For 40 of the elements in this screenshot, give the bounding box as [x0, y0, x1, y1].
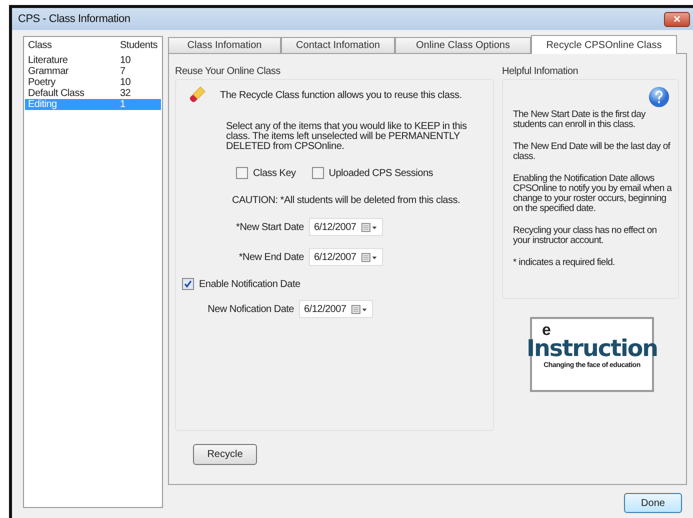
help-text: Enabling the Notification Date allows CPSOnline to notify you by email when a change to your roster occurs, beginning on the specified date. — [513, 174, 673, 214]
instructions-text: Select any of the items that you would like to KEEP in this class. The items left unselected will be PERMANENTLY DELETED from CPSOnline. — [226, 122, 468, 152]
column-header: Class — [28, 39, 53, 53]
date-field[interactable]: 6/12/2007 — [309, 218, 383, 236]
help-icon — [648, 86, 670, 108]
help-text: The New End Date will be the last day of class. — [513, 142, 672, 162]
checkbox-label: Class Key — [253, 168, 296, 178]
help-text: The New Start Date is the first day students can enroll in this class. — [513, 110, 647, 130]
tab[interactable]: Recycle CPSOnline Class — [531, 35, 677, 54]
tab[interactable]: Contact Infomation — [281, 37, 395, 53]
group-title: Reuse Your Online Class — [175, 66, 282, 79]
done-button[interactable]: Done — [624, 493, 682, 513]
calendar-dropdown-icon — [351, 304, 368, 314]
column-header: Students — [120, 39, 158, 53]
field-label: *New Start Date — [235, 222, 304, 232]
field-label: *New End Date — [238, 252, 304, 262]
class-row[interactable]: Default Class 32 — [25, 88, 161, 99]
help-text: * indicates a required field. — [513, 258, 616, 268]
recycle-button[interactable]: Recycle — [193, 444, 257, 465]
caution-text: CAUTION: *All students will be deleted from this class. — [232, 195, 462, 206]
date-field[interactable]: 6/12/2007 — [309, 248, 383, 266]
calendar-dropdown-icon — [361, 222, 378, 232]
checkbox[interactable] — [182, 278, 194, 290]
window-title: CPS - Class Information — [18, 13, 130, 25]
calendar-dropdown-icon — [361, 252, 378, 262]
class-row[interactable]: Poetry 10 — [25, 77, 161, 88]
checkbox-label: Uploaded CPS Sessions — [328, 168, 434, 178]
help-text: Recycling your class has no effect on your instructor account. — [513, 226, 658, 246]
tab[interactable]: Class Infomation — [168, 37, 281, 53]
intro-text: The Recycle Class function allows you to reuse this class. — [220, 90, 462, 100]
checkbox-label: Enable Notification Date — [199, 278, 300, 290]
checkbox[interactable] — [236, 167, 248, 179]
class-row[interactable]: Grammar 7 — [25, 66, 161, 77]
checkbox[interactable] — [312, 167, 324, 179]
field-label: New Nofication Date — [206, 304, 294, 314]
eraser-icon — [188, 86, 206, 104]
group-title: Helpful Infomation — [502, 66, 580, 79]
tab[interactable]: Online Class Options — [395, 37, 531, 53]
class-row[interactable]: Literature 10 — [25, 55, 161, 66]
date-field[interactable]: 6/12/2007 — [299, 300, 373, 318]
